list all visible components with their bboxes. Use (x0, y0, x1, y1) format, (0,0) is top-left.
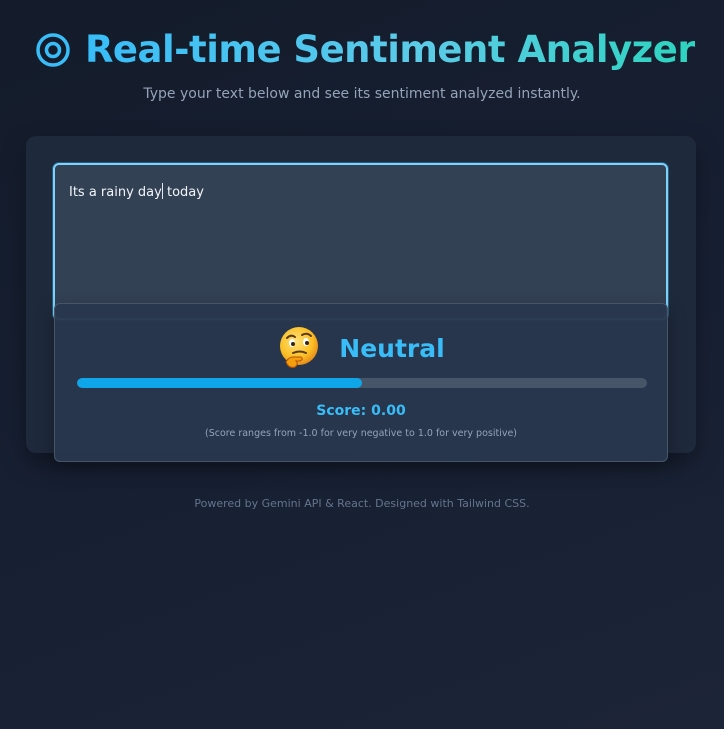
footer-credits: Powered by Gemini API & React. Designed … (194, 497, 530, 510)
text-input-value-end: today (162, 185, 204, 200)
page-subtitle: Type your text below and see its sentime… (143, 86, 581, 102)
thinking-face-icon (277, 326, 321, 370)
text-input-value-start: Its a rainy day (69, 185, 162, 200)
score-range-note: (Score ranges from -1.0 for very negativ… (204, 428, 518, 439)
sentiment-bar-fill (77, 378, 362, 388)
sentiment-bar-track (77, 378, 647, 388)
sentiment-label: Neutral (339, 333, 445, 363)
page-header: Real-time Sentiment Analyzer (0, 26, 724, 74)
page-title: Real-time Sentiment Analyzer (85, 26, 696, 74)
sentiment-result-panel: Neutral Score: 0.00 (Score ranges from -… (54, 303, 668, 462)
text-input[interactable]: Its a rainy day today (53, 163, 668, 320)
sentiment-score: Score: 0.00 (316, 403, 406, 419)
target-icon (29, 26, 77, 74)
sentiment-header: Neutral (55, 326, 667, 370)
